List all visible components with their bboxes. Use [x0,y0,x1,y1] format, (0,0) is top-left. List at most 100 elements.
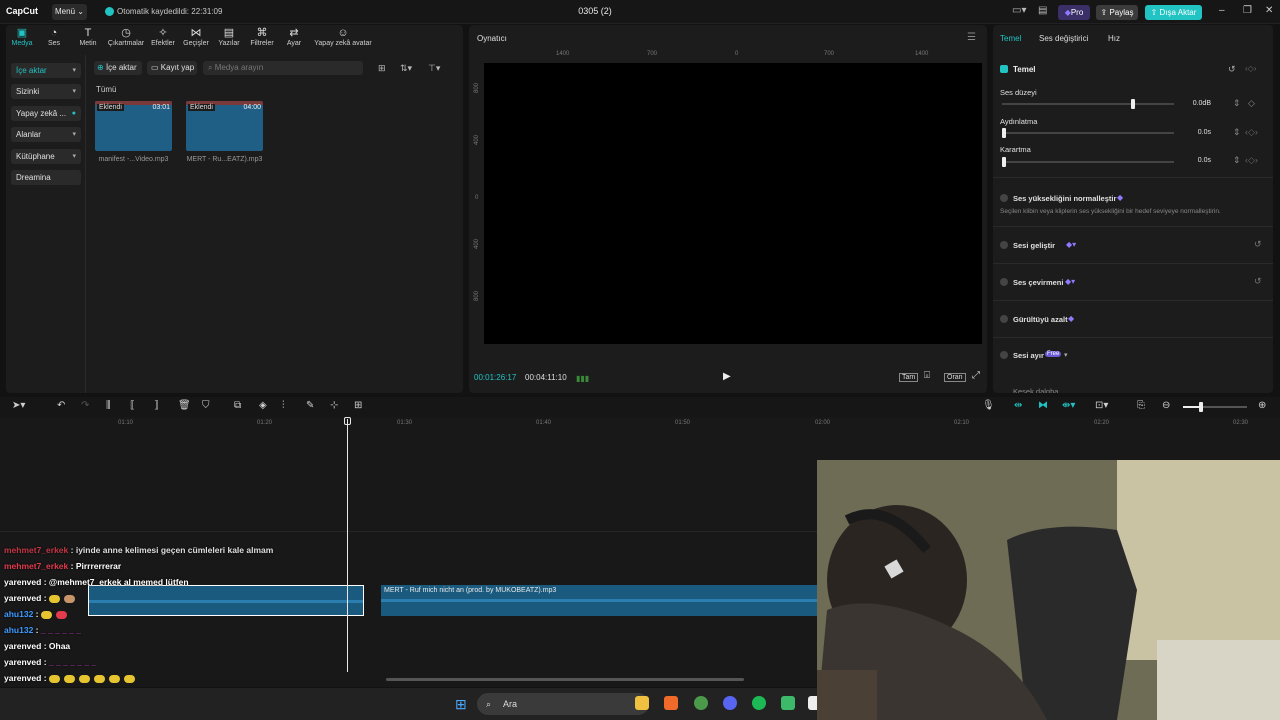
tab-voice-changer[interactable]: Ses değiştirici [1039,34,1088,43]
spotify-icon[interactable] [752,696,766,710]
taskbar-search[interactable]: ⌕ Ara [477,693,649,715]
sidebar-item-spaces[interactable]: Alanlar ▾ [11,127,81,142]
search-input[interactable]: ⌕ Medya arayın [203,61,363,75]
fullscreen-icon[interactable]: ⤢ [972,370,980,381]
crop-icon[interactable]: ⧉ [234,400,241,411]
discord-icon[interactable] [723,696,737,710]
microphone-icon[interactable]: 🎙 [982,400,995,411]
undo-icon[interactable]: ↶ [57,400,65,411]
audio-split-icon[interactable]: ⫶ [282,400,285,411]
timeline-scrollbar[interactable] [386,678,744,681]
grid-view-icon[interactable]: ⊞ [378,63,386,74]
tab-text[interactable]: T Metin [76,27,100,47]
split-left-icon[interactable]: ⟦ [130,400,135,411]
audio-clip-mert[interactable]: MERT - Ruf mich nicht an (prod. by MUKOB… [381,585,817,616]
shortcuts-icon[interactable]: ▤ [1038,5,1047,16]
chrome-icon[interactable] [694,696,708,710]
ratio-button[interactable]: Oran [944,373,966,382]
caption-icon[interactable]: ⎘ [1137,400,1145,411]
zoom-in-icon[interactable]: ⊕ [1258,400,1266,411]
record-button[interactable]: ▭ Kayıt yap [147,61,197,75]
split-icon[interactable]: ⫼ [106,400,111,411]
tab-speed[interactable]: Hız [1108,34,1120,43]
link-icon[interactable]: ⇹ [1014,400,1022,411]
menu-button[interactable]: Menü ⌄ [52,4,87,20]
stepper-icon[interactable]: ⇕ [1233,98,1241,109]
tab-stickers[interactable]: ◷ Çıkartmalar [106,27,146,47]
tab-audio[interactable]: ◔ Ses [44,27,64,47]
timeline-ruler[interactable]: 01:10 01:20 01:30 01:40 01:50 02:00 02:1… [0,417,1280,431]
chevron-down-icon[interactable]: ▾ [1064,351,1068,359]
slider-knob[interactable] [1002,157,1006,167]
project-title[interactable]: 0305 (2) [560,6,630,16]
fade-out-slider[interactable] [1002,157,1174,167]
slider-knob[interactable] [1199,402,1203,412]
keyframe-icon[interactable]: ‹◇› [1245,127,1258,138]
windows-start-icon[interactable]: ⊞ [455,696,467,713]
snap-icon[interactable]: ⧓ [1038,400,1048,411]
close-icon[interactable]: ✕ [1265,5,1273,16]
media-clip-2[interactable]: Eklendi 04:00 [186,101,263,151]
sidebar-item-import[interactable]: İçe aktar ▾ [11,63,81,78]
sidebar-item-yours[interactable]: Sizinki ▾ [11,84,81,99]
normalize-checkbox[interactable] [1000,194,1008,202]
keyframe-icon[interactable]: ‹◇› [1245,64,1256,73]
brave-icon[interactable] [664,696,678,710]
keyframe-icon[interactable]: ◇ [1248,98,1255,109]
translate-checkbox[interactable] [1000,278,1008,286]
fade-out-value[interactable]: 0.0s [1185,157,1211,164]
tab-basic[interactable]: Temel [1000,34,1021,43]
tab-media[interactable]: ▣ Medya [10,27,34,47]
import-button[interactable]: ⊕ İçe aktar [94,61,142,75]
maximize-icon[interactable]: ❐ [1243,5,1252,16]
whatsapp-icon[interactable] [781,696,795,710]
section-title[interactable]: Temel [1013,65,1036,74]
split-right-icon[interactable]: ⟧ [154,400,159,411]
zoom-slider[interactable] [1183,402,1247,412]
layout-icon[interactable]: ▭▾ [1012,5,1026,16]
tab-effects[interactable]: ✧ Efektler [149,27,177,47]
tab-adjust[interactable]: ⇄ Ayar [284,27,304,47]
filter-icon[interactable]: ⊤▾ [428,63,440,74]
sort-icon[interactable]: ⇅▾ [400,63,412,74]
volume-slider[interactable] [1002,99,1174,109]
translate-label[interactable]: Ses çevirmeni [1013,278,1063,287]
delete-icon[interactable]: 🗑 [178,400,191,411]
template-icon[interactable]: ⊞ [354,400,362,411]
snapshot-icon[interactable]: ⌻ [924,370,930,381]
sidebar-item-library[interactable]: Kütüphane ▾ [11,149,81,164]
slider-knob[interactable] [1002,128,1006,138]
pro-button[interactable]: ◆Pro [1058,5,1090,20]
ai-enhance-icon[interactable]: ◈ [259,400,267,411]
fade-in-value[interactable]: 0.0s [1185,129,1211,136]
reset-icon[interactable]: ↺ [1254,276,1262,287]
select-tool-icon[interactable]: ➤▾ [12,400,25,411]
denoise-label[interactable]: Gürültüyü azalt [1013,315,1068,324]
preview-canvas[interactable] [484,63,982,344]
file-explorer-icon[interactable] [635,696,649,710]
media-clip-1[interactable]: Eklendi 03:01 [95,101,172,151]
normalize-label[interactable]: Ses yüksekliğini normalleştir [1013,194,1116,203]
denoise-checkbox[interactable] [1000,315,1008,323]
enhance-checkbox[interactable] [1000,241,1008,249]
enhance-label[interactable]: Sesi geliştir [1013,241,1055,250]
slider-knob[interactable] [1131,99,1135,109]
redo-icon[interactable]: ↷ [81,400,89,411]
split-view-icon[interactable]: ⊡▾ [1095,400,1108,411]
tab-filters[interactable]: ⌘ Filtreler [247,27,277,47]
tab-captions[interactable]: ▤ Yazılar [216,27,242,47]
sidebar-item-dreamina[interactable]: Dreamina [11,170,81,185]
fade-in-slider[interactable] [1002,128,1174,138]
freeze-icon[interactable]: ⊹ [330,400,338,411]
basic-checkbox[interactable] [1000,65,1008,73]
zoom-out-icon[interactable]: ⊖ [1162,400,1170,411]
preview-axis-icon[interactable]: ⇼▾ [1062,400,1075,411]
tab-transitions[interactable]: ⋈ Geçişler [182,27,210,47]
volume-value[interactable]: 0.0dB [1185,100,1211,107]
reset-icon[interactable]: ↺ [1254,239,1262,250]
play-icon[interactable]: ▶ [723,371,731,382]
full-toggle[interactable]: Tam [899,373,919,382]
share-button[interactable]: ⇪ Paylaş [1096,5,1138,20]
magic-icon[interactable]: ✎ [306,400,314,411]
minimize-icon[interactable]: – [1219,5,1225,16]
